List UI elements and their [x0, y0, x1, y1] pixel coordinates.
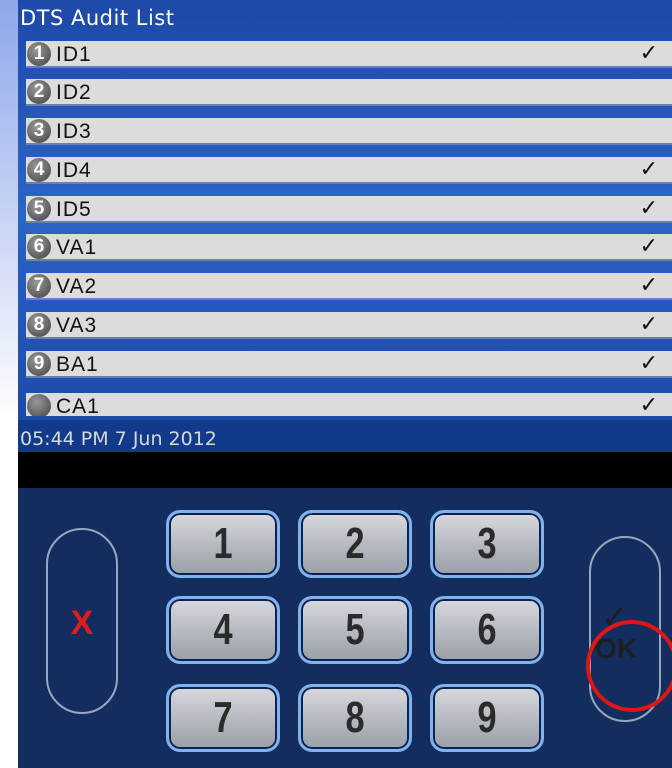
list-item[interactable]: CA1 ✓	[26, 393, 672, 416]
list-item[interactable]: 1 ID1 ✓	[26, 41, 672, 68]
item-label: ID4	[56, 159, 92, 182]
item-number-badge: 9	[27, 352, 51, 376]
check-icon: ✓	[639, 196, 658, 221]
list-item[interactable]: 7 VA2 ✓	[26, 273, 672, 300]
item-label: ID5	[56, 198, 92, 221]
list-item[interactable]: 4 ID4 ✓	[26, 157, 672, 184]
item-number-badge: 6	[27, 235, 51, 259]
check-icon: ✓	[639, 157, 658, 182]
item-number-badge: 5	[27, 197, 51, 221]
item-number-badge: 4	[27, 158, 51, 182]
key-9-button[interactable]: 9	[430, 684, 544, 752]
key-label: 9	[477, 693, 497, 742]
item-label: ID3	[56, 120, 92, 143]
cancel-button[interactable]: X	[46, 528, 118, 714]
key-4-button[interactable]: 4	[166, 596, 280, 664]
key-5-button[interactable]: 5	[298, 596, 412, 664]
list-item[interactable]: 2 ID2	[26, 79, 672, 106]
item-label: ID2	[56, 81, 92, 104]
item-number-badge: 8	[27, 313, 51, 337]
check-icon: ✓	[639, 351, 658, 376]
key-label: 2	[345, 519, 365, 568]
key-label: 7	[213, 693, 233, 742]
key-label: 5	[345, 605, 365, 654]
key-3-button[interactable]: 3	[430, 510, 544, 578]
key-label: 8	[345, 693, 365, 742]
list-item[interactable]: 3 ID3	[26, 118, 672, 145]
item-number-badge: 3	[27, 119, 51, 143]
key-2-button[interactable]: 2	[298, 510, 412, 578]
key-label: 1	[213, 519, 233, 568]
page-background-strip	[0, 0, 18, 768]
highlight-circle	[586, 620, 672, 712]
item-number-badge: 1	[27, 42, 51, 66]
check-icon: ✓	[639, 312, 658, 337]
item-number-badge: 7	[27, 274, 51, 298]
datetime-readout: 05:44 PM 7 Jun 2012	[20, 428, 217, 450]
list-item[interactable]: 9 BA1 ✓	[26, 351, 672, 378]
key-label: 6	[477, 605, 497, 654]
key-7-button[interactable]: 7	[166, 684, 280, 752]
key-8-button[interactable]: 8	[298, 684, 412, 752]
device-screen: DTS Audit List 1 ID1 ✓ 2 ID2 3 ID3 4 ID4…	[18, 0, 672, 768]
keypad-panel: X 1 2 3 4 5 6 7 8 9 ✓ OK	[18, 488, 672, 768]
check-icon: ✓	[639, 234, 658, 259]
check-icon: ✓	[639, 273, 658, 298]
check-icon: ✓	[639, 393, 658, 416]
item-label: CA1	[56, 395, 100, 416]
item-label: BA1	[56, 353, 99, 376]
list-title: DTS Audit List	[20, 6, 175, 30]
key-1-button[interactable]: 1	[166, 510, 280, 578]
list-item[interactable]: 8 VA3 ✓	[26, 312, 672, 339]
check-icon: ✓	[639, 41, 658, 66]
key-label: 4	[213, 605, 233, 654]
cancel-x-icon: X	[70, 604, 94, 642]
item-label: VA1	[56, 236, 98, 259]
key-6-button[interactable]: 6	[430, 596, 544, 664]
item-number-badge	[27, 394, 51, 416]
audit-list-panel: DTS Audit List 1 ID1 ✓ 2 ID2 3 ID3 4 ID4…	[18, 0, 672, 420]
item-label: VA2	[56, 275, 98, 298]
item-label: VA3	[56, 314, 98, 337]
list-item[interactable]: 6 VA1 ✓	[26, 234, 672, 261]
key-label: 3	[477, 519, 497, 568]
audit-list[interactable]: 1 ID1 ✓ 2 ID2 3 ID3 4 ID4 ✓ 5 ID5 ✓ 6 VA…	[26, 41, 672, 416]
list-item[interactable]: 5 ID5 ✓	[26, 196, 672, 223]
item-label: ID1	[56, 43, 92, 66]
item-number-badge: 2	[27, 80, 51, 104]
